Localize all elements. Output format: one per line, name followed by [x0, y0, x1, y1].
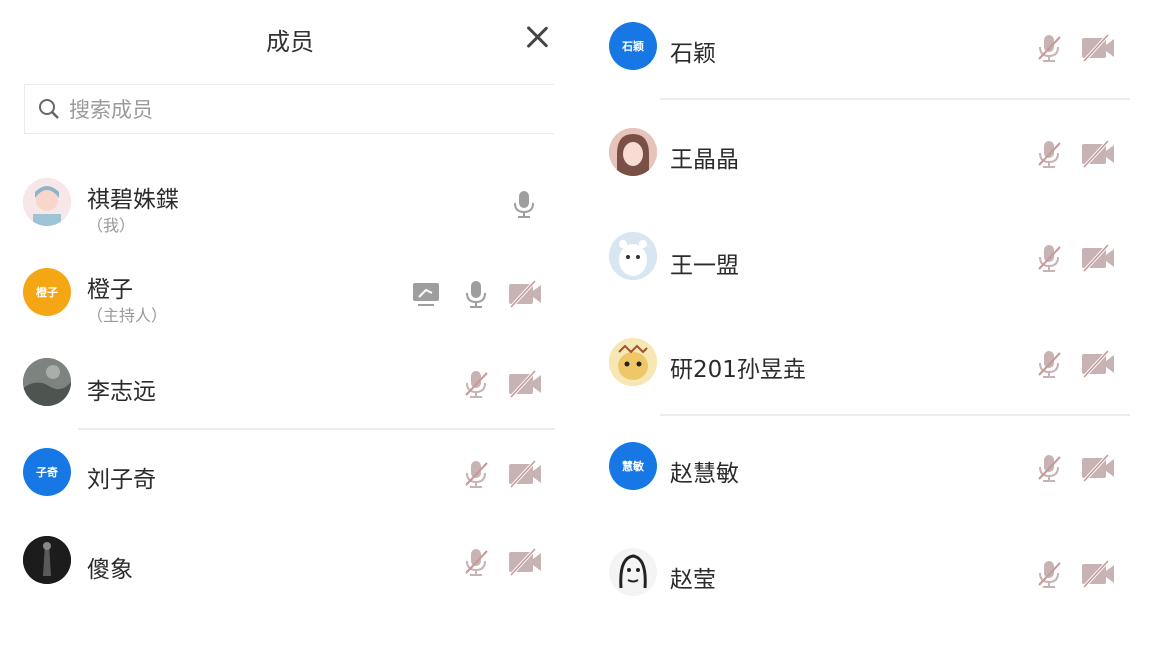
- member-row[interactable]: 慧敏 赵慧敏: [590, 434, 1150, 506]
- camera-off-icon[interactable]: [1078, 452, 1118, 484]
- microphone-off-icon[interactable]: [460, 546, 492, 578]
- member-row[interactable]: 傻象: [0, 528, 570, 600]
- member-row[interactable]: 橙子 橙子 （主持人）: [0, 260, 570, 332]
- microphone-off-icon[interactable]: [1033, 348, 1065, 380]
- divider: [660, 414, 1130, 416]
- camera-off-icon[interactable]: [1078, 348, 1118, 380]
- avatar-initials: 子奇: [36, 466, 58, 479]
- member-row[interactable]: 王晶晶: [590, 120, 1150, 192]
- search-input[interactable]: [67, 93, 541, 127]
- camera-off-icon[interactable]: [1078, 558, 1118, 590]
- panel-header: 成员: [0, 0, 580, 78]
- camera-off-icon[interactable]: [505, 278, 545, 310]
- member-name: 赵慧敏: [670, 461, 739, 487]
- members-panel: 成员 祺碧姝鍱 （我） 橙子 橙子 （主持人）: [0, 0, 580, 648]
- microphone-off-icon[interactable]: [460, 458, 492, 490]
- microphone-off-icon[interactable]: [1033, 452, 1065, 484]
- avatar-initials: 慧敏: [622, 460, 644, 473]
- avatar: [609, 128, 657, 176]
- microphone-off-icon[interactable]: [1033, 558, 1065, 590]
- member-name: 橙子: [87, 277, 133, 303]
- microphone-off-icon[interactable]: [1033, 32, 1065, 64]
- camera-off-icon[interactable]: [505, 368, 545, 400]
- avatar-photo: [609, 128, 657, 176]
- avatar: 慧敏: [609, 442, 657, 490]
- avatar: [609, 548, 657, 596]
- member-name: 王一盟: [670, 253, 739, 279]
- avatar-initials: 橙子: [36, 286, 58, 299]
- avatar: 橙子: [23, 268, 71, 316]
- member-row[interactable]: 赵莹: [590, 540, 1150, 612]
- member-name: 赵莹: [670, 567, 716, 593]
- member-row[interactable]: 研201孙昱垚: [590, 330, 1150, 402]
- close-icon[interactable]: [522, 22, 552, 52]
- member-row[interactable]: 王一盟: [590, 224, 1150, 296]
- search-bar[interactable]: [24, 84, 554, 134]
- avatar: 子奇: [23, 448, 71, 496]
- avatar: [609, 232, 657, 280]
- microphone-off-icon[interactable]: [460, 368, 492, 400]
- member-row[interactable]: 李志远: [0, 350, 570, 422]
- member-row[interactable]: 石颖 石颖: [590, 14, 1150, 86]
- member-name: 石颖: [670, 41, 716, 67]
- member-role: （主持人）: [87, 306, 168, 325]
- panel-title: 成员: [266, 28, 314, 56]
- divider: [660, 98, 1130, 100]
- camera-off-icon[interactable]: [1078, 138, 1118, 170]
- microphone-icon[interactable]: [508, 188, 540, 220]
- microphone-off-icon[interactable]: [1033, 138, 1065, 170]
- member-name: 李志远: [87, 379, 156, 405]
- avatar: [23, 178, 71, 226]
- avatar-photo: [23, 358, 71, 406]
- divider: [78, 428, 555, 430]
- member-row[interactable]: 祺碧姝鍱 （我）: [0, 170, 570, 242]
- avatar-photo: [609, 338, 657, 386]
- member-name: 研201孙昱垚: [670, 357, 806, 383]
- microphone-off-icon[interactable]: [1033, 242, 1065, 274]
- camera-off-icon[interactable]: [505, 546, 545, 578]
- avatar-photo: [23, 178, 71, 226]
- screen-share-icon[interactable]: [410, 278, 442, 310]
- member-name: 刘子奇: [87, 467, 156, 493]
- search-icon: [39, 99, 59, 119]
- avatar: [23, 358, 71, 406]
- member-name: 王晶晶: [670, 147, 739, 173]
- camera-off-icon[interactable]: [1078, 32, 1118, 64]
- camera-off-icon[interactable]: [505, 458, 545, 490]
- member-role: （我）: [87, 216, 136, 235]
- avatar: 石颖: [609, 22, 657, 70]
- avatar-photo: [23, 536, 71, 584]
- microphone-icon[interactable]: [460, 278, 492, 310]
- member-name: 祺碧姝鍱: [87, 187, 179, 213]
- avatar: [23, 536, 71, 584]
- member-name: 傻象: [87, 557, 133, 583]
- avatar: [609, 338, 657, 386]
- avatar-initials: 石颖: [622, 40, 644, 53]
- camera-off-icon[interactable]: [1078, 242, 1118, 274]
- member-row[interactable]: 子奇 刘子奇: [0, 440, 570, 512]
- avatar-photo: [609, 232, 657, 280]
- avatar-photo: [609, 548, 657, 596]
- members-list-continued: 石颖 石颖 王晶晶 王一盟 研201孙昱垚 慧敏 赵慧敏 赵莹: [590, 0, 1152, 648]
